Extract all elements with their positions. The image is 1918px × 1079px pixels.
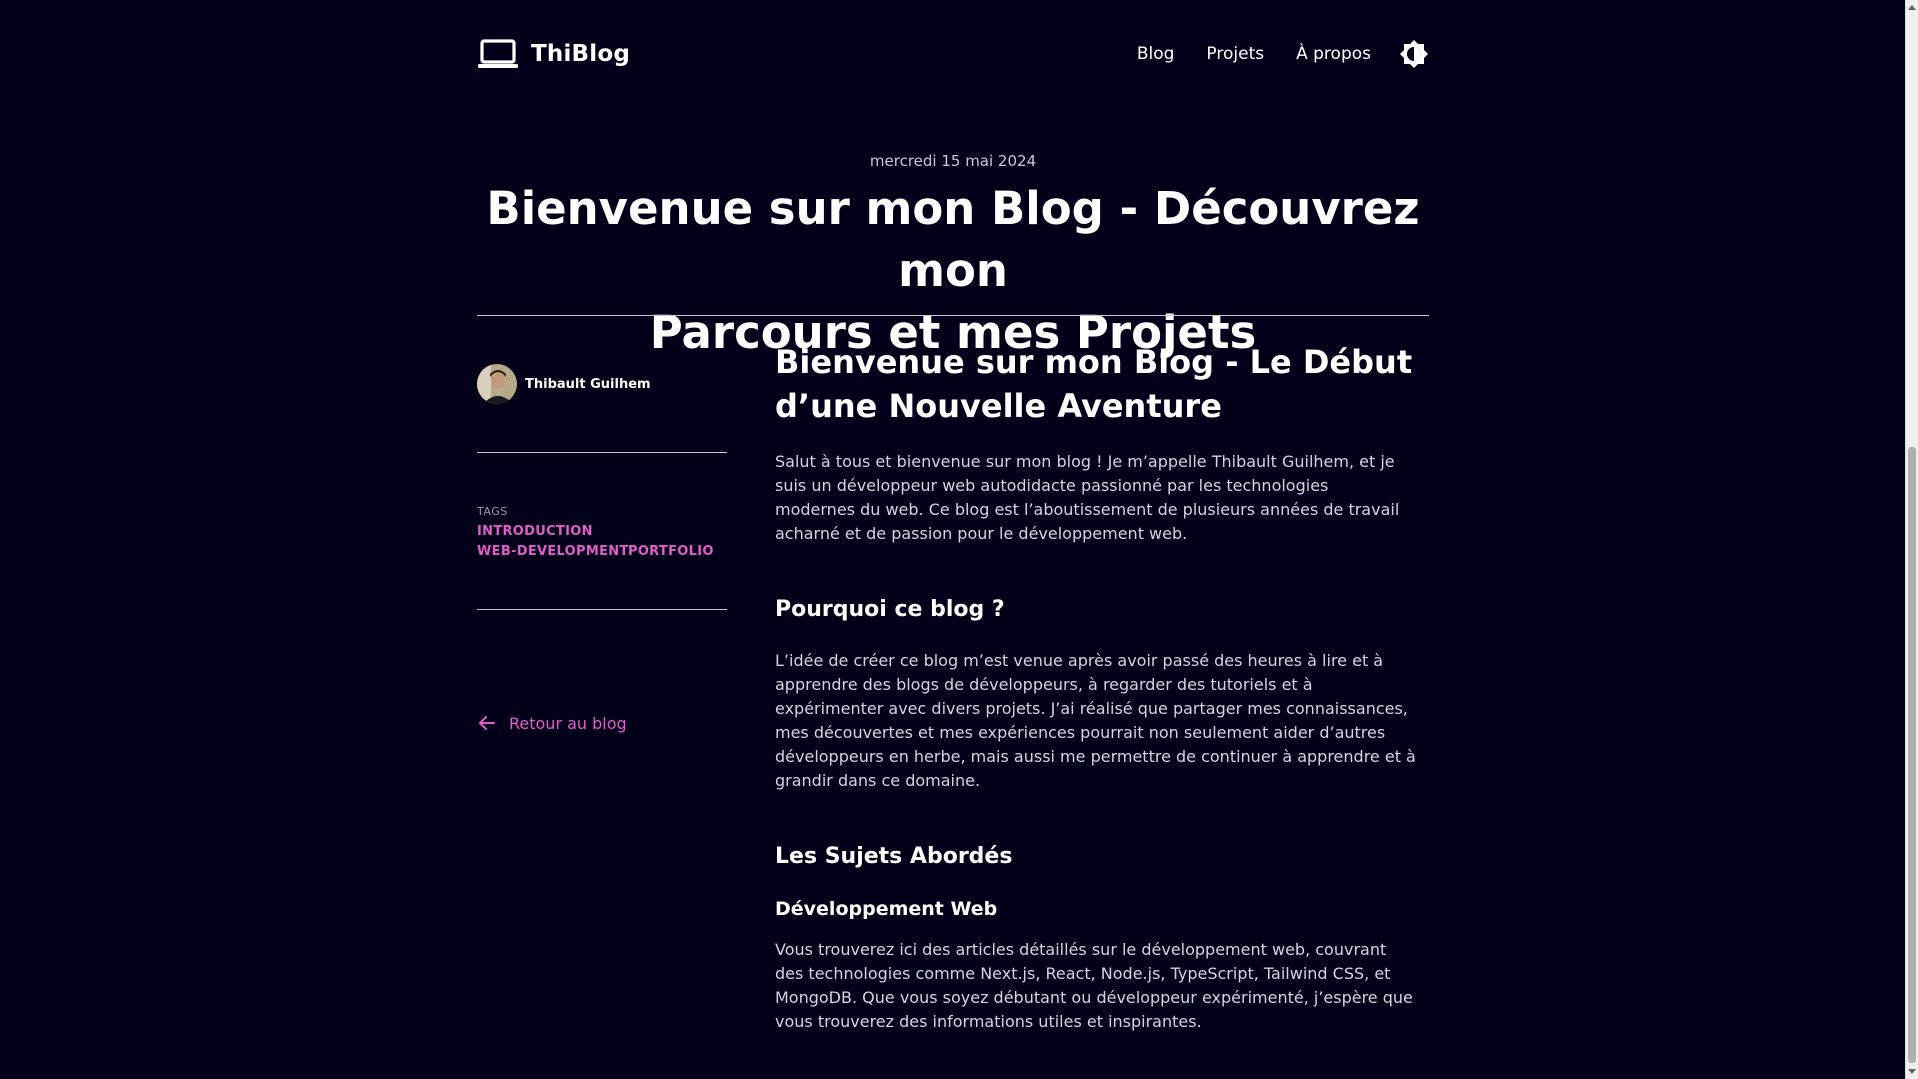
scroll-up-arrow-icon[interactable] [1906,0,1918,14]
webdev-line: MongoDB. Que vous soyez débutant ou déve… [775,988,1413,1007]
tag-web-development[interactable]: WEB-DEVELOPMENT [477,544,629,559]
laptop-icon [477,38,519,70]
back-link-label: Retour au blog [509,713,627,733]
sidebar-divider [477,609,727,610]
webdev-heading: Développement Web [775,898,998,920]
intro-line: Salut à tous et bienvenue sur mon blog !… [775,452,1395,471]
webdev-line: des technologies comme Next.js, React, N… [775,964,1391,983]
why-paragraph: L’idée de créer ce blog m’est venue aprè… [775,649,1429,793]
nav-a-propos[interactable]: À propos [1296,44,1371,64]
back-to-blog-link[interactable]: Retour au blog [477,713,627,733]
theme-toggle-icon [1400,40,1428,68]
author-name[interactable]: Thibault Guilhem [525,377,651,392]
scroll-down-arrow-icon[interactable] [1906,1065,1918,1079]
tags-label: TAGS [477,505,508,518]
post-date: mercredi 15 mai 2024 [869,152,1037,170]
webdev-line: Vous trouverez ici des articles détaillé… [775,940,1387,959]
main-nav: Blog Projets À propos [1105,34,1429,74]
why-line: développeurs en herbe, mais aussi me per… [775,747,1416,766]
arrow-left-icon [477,713,497,733]
why-line: expérimenter avec divers projets. J’ai r… [775,699,1408,718]
scrollbar-thumb[interactable] [1908,447,1916,1063]
author-info: Thibault Guilhem [477,364,651,404]
tag-portfolio[interactable]: PORTFOLIO [628,544,714,559]
content-heading-line-1: Bienvenue sur mon Blog - Le Début [775,343,1413,381]
tag-introduction[interactable]: INTRODUCTION [477,524,593,539]
site-title: ThiBlog [531,41,631,67]
avatar [477,364,517,404]
site-logo[interactable]: ThiBlog [477,38,630,70]
page-scrollbar[interactable] [1905,0,1918,1079]
intro-line: acharné et de passion pour le développem… [775,524,1188,543]
intro-paragraph: Salut à tous et bienvenue sur mon blog !… [775,450,1429,546]
intro-line: modernes du web. Ce blog est l’aboutisse… [775,500,1400,519]
header-divider [477,315,1429,316]
nav-blog[interactable]: Blog [1137,44,1175,64]
site-header: ThiBlog Blog Projets À propos [477,34,1429,74]
sidebar-divider [477,452,727,453]
webdev-paragraph: Vous trouverez ici des articles détaillé… [775,938,1429,1034]
why-line: L’idée de créer ce blog m’est venue aprè… [775,651,1384,670]
why-line: mes découvertes et mes expériences pourr… [775,723,1386,742]
why-line: apprendre des blogs de développeurs, à r… [775,675,1313,694]
theme-toggle-button[interactable] [1399,39,1429,69]
post-title: Bienvenue sur mon Blog - Découvrez mon P… [477,178,1429,364]
why-heading: Pourquoi ce blog ? [775,597,1005,622]
content-heading-line-2: d’une Nouvelle Aventure [775,387,1222,425]
content-heading: Bienvenue sur mon Blog - Le Début d’une … [775,340,1429,428]
topics-heading: Les Sujets Abordés [775,844,1013,869]
post-title-line-1: Bienvenue sur mon Blog - Découvrez mon [486,182,1420,297]
nav-projets[interactable]: Projets [1206,44,1264,64]
intro-line: suis un développeur web autodidacte pass… [775,476,1329,495]
webdev-line: vous trouverez des informations utiles e… [775,1012,1202,1031]
why-line: grandir dans ce domaine. [775,771,981,790]
